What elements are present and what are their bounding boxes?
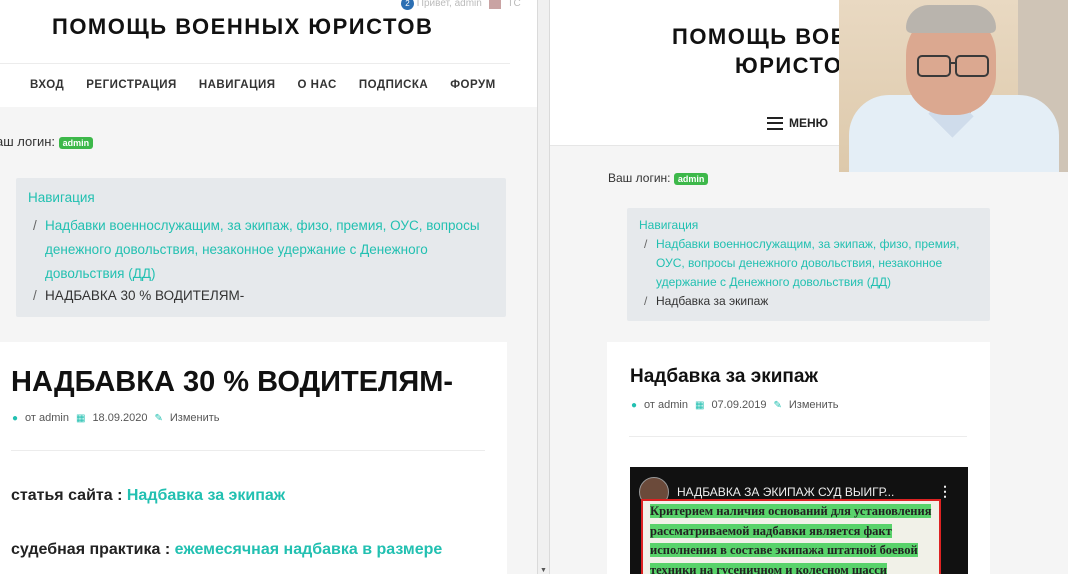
breadcrumb-separator: /: [33, 288, 37, 303]
site-title-line2[interactable]: ЮРИСТО: [735, 53, 843, 79]
search-hint: ТС: [507, 0, 521, 10]
article-edit-link[interactable]: Изменить: [789, 399, 839, 411]
court-practice-link[interactable]: ежемесячная надбавка в размере: [175, 541, 443, 558]
nav-about[interactable]: О НАС: [298, 79, 337, 91]
article-title: Надбавка за экипаж: [630, 366, 818, 387]
site-article-link[interactable]: Надбавка за экипаж: [127, 487, 285, 504]
admin-greeting[interactable]: Привет, admin: [417, 0, 482, 9]
breadcrumb-separator: /: [644, 294, 648, 308]
login-label: Ваш логин:: [608, 171, 671, 185]
admin-bar: 2 Привет, admin ТС: [401, 0, 521, 10]
menu-label: МЕНЮ: [789, 116, 829, 130]
nav-login[interactable]: ВХОД: [30, 79, 64, 91]
paragraph-label: статья сайта :: [11, 487, 123, 504]
site-header: ПОМОЩЬ ВОЕННЫХ ЮРИСТОВ 2 Привет, admin Т…: [0, 0, 537, 107]
notification-badge[interactable]: 2: [401, 0, 414, 10]
avatar[interactable]: [488, 0, 501, 9]
calendar-icon: ▦: [694, 399, 705, 411]
nav-subscribe[interactable]: ПОДПИСКА: [359, 79, 428, 91]
glasses-icon: [955, 55, 989, 77]
video-embed[interactable]: НАДБАВКА ЗА ЭКИПАЖ СУД ВЫИГР... ⋮ Критер…: [630, 467, 968, 574]
article-edit-link[interactable]: Изменить: [170, 412, 220, 424]
paragraph-label: судебная практика :: [11, 541, 171, 558]
glasses-bridge: [949, 62, 957, 64]
login-user-tag: admin: [673, 172, 709, 185]
breadcrumb-category: / Надбавки военнослужащим, за экипаж, фи…: [644, 235, 976, 292]
login-info: аш логин: admin: [0, 134, 94, 149]
user-icon: ●: [12, 412, 19, 424]
breadcrumb-separator: /: [644, 237, 648, 251]
breadcrumb-separator: /: [33, 218, 37, 233]
article-date: 18.09.2020: [92, 412, 148, 424]
breadcrumb-current-label: НАДБАВКА 30 % ВОДИТЕЛЯМ-: [45, 288, 245, 303]
breadcrumb-current: / Надбавка за экипаж: [644, 294, 769, 308]
article-divider: [11, 450, 485, 451]
nav-navigation[interactable]: НАВИГАЦИЯ: [199, 79, 276, 91]
user-icon: ●: [631, 399, 638, 411]
breadcrumb-current-label: Надбавка за экипаж: [656, 294, 769, 308]
nav-forum[interactable]: ФОРУМ: [450, 79, 496, 91]
glasses-icon: [917, 55, 951, 77]
article-author[interactable]: от admin: [25, 412, 69, 424]
menu-button[interactable]: МЕНЮ: [767, 116, 828, 130]
article: Надбавка за экипаж ● от admin ▦ 07.09.20…: [607, 342, 990, 574]
breadcrumb-root-link[interactable]: Навигация: [28, 190, 95, 205]
login-label: аш логин:: [0, 134, 56, 149]
breadcrumb: Навигация / Надбавки военнослужащим, за …: [627, 208, 990, 321]
site-title[interactable]: ПОМОЩЬ ВОЕННЫХ ЮРИСТОВ: [52, 14, 433, 40]
doc-line: рассматриваемой надбавки является факт: [650, 523, 892, 538]
article-date: 07.09.2019: [711, 399, 767, 411]
nav-register[interactable]: РЕГИСТРАЦИЯ: [86, 79, 177, 91]
scroll-down-icon[interactable]: ▼: [540, 567, 547, 574]
breadcrumb-category-link[interactable]: Надбавки военнослужащим, за экипаж, физо…: [45, 218, 480, 281]
left-pane: ПОМОЩЬ ВОЕННЫХ ЮРИСТОВ 2 Привет, admin Т…: [0, 0, 537, 574]
doc-line: техники на гусеничном и колесном шасси: [650, 561, 939, 574]
article-paragraph: судебная практика : ежемесячная надбавка…: [11, 541, 442, 559]
video-document-frame: Критерием наличия оснований для установл…: [641, 499, 941, 574]
doc-line: Критерием наличия оснований для установл…: [650, 504, 932, 518]
breadcrumb-current: / НАДБАВКА 30 % ВОДИТЕЛЯМ-: [33, 288, 245, 303]
webcam-overlay: [839, 0, 1068, 172]
edit-icon: ✎: [154, 412, 163, 424]
webcam-presenter-hair: [906, 5, 996, 33]
calendar-icon: ▦: [75, 412, 86, 424]
more-options-icon[interactable]: ⋮: [938, 483, 952, 500]
pane-scrollbar[interactable]: ▼: [537, 0, 550, 574]
login-info: Ваш логин: admin: [608, 171, 709, 185]
breadcrumb-category: / Надбавки военнослужащим, за экипаж, фи…: [33, 214, 490, 286]
article-author[interactable]: от admin: [644, 399, 688, 411]
video-title[interactable]: НАДБАВКА ЗА ЭКИПАЖ СУД ВЫИГР...: [677, 485, 894, 499]
article-paragraph: статья сайта : Надбавка за экипаж: [11, 487, 285, 505]
edit-icon: ✎: [773, 399, 782, 411]
article-meta: ● от admin ▦ 18.09.2020 ✎ Изменить: [12, 412, 220, 424]
hamburger-icon: [767, 116, 783, 130]
doc-line: исполнения в составе экипажа штатной бое…: [650, 543, 918, 557]
site-title-line1[interactable]: ПОМОЩЬ ВОЕ: [672, 24, 847, 50]
breadcrumb: Навигация / Надбавки военнослужащим, за …: [16, 178, 506, 317]
article-divider: [629, 436, 967, 437]
login-user-tag: admin: [58, 136, 94, 149]
breadcrumb-category-link[interactable]: Надбавки военнослужащим, за экипаж, физо…: [656, 237, 960, 289]
breadcrumb-root-link[interactable]: Навигация: [639, 218, 698, 232]
header-divider: [0, 63, 510, 64]
article-title: НАДБАВКА 30 % ВОДИТЕЛЯМ-: [11, 366, 454, 398]
article-meta: ● от admin ▦ 07.09.2019 ✎ Изменить: [631, 399, 839, 411]
article: НАДБАВКА 30 % ВОДИТЕЛЯМ- ● от admin ▦ 18…: [0, 342, 507, 574]
main-nav: ВХОД РЕГИСТРАЦИЯ НАВИГАЦИЯ О НАС ПОДПИСК…: [30, 79, 496, 91]
